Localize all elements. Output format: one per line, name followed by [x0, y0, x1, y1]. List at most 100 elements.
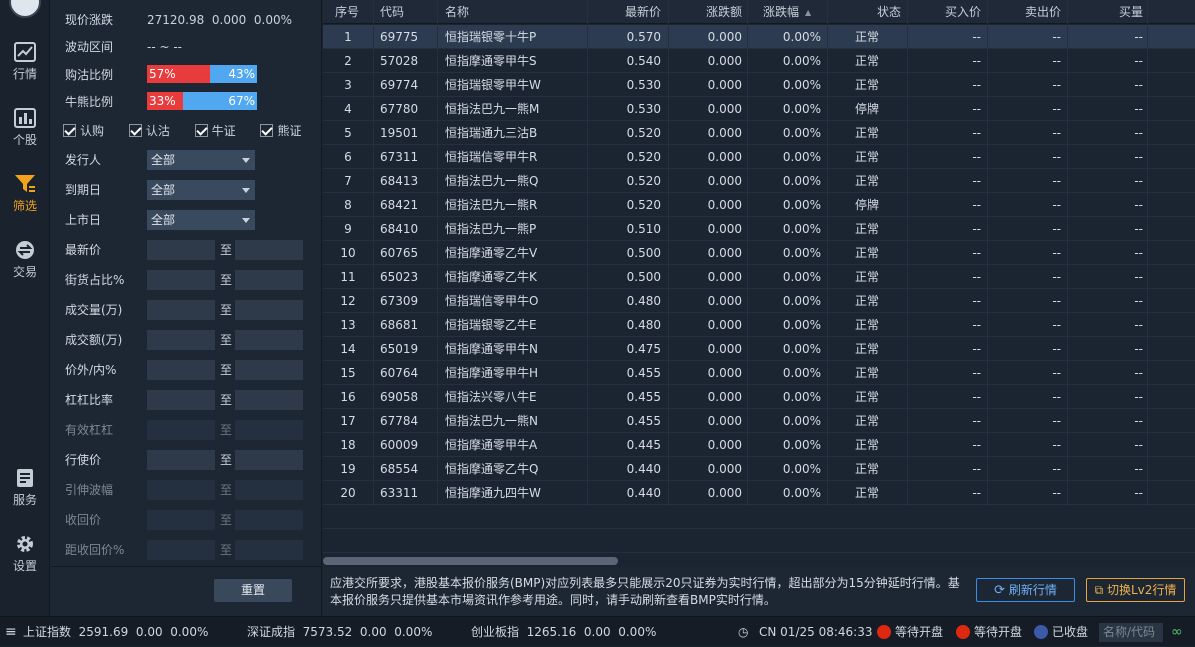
table-row[interactable]: 11 65023 恒指摩通零乙牛K 0.500 0.000 0.00% 正常 -- -- -- — [323, 265, 1195, 289]
checkbox-put-label: 认沽 — [145, 124, 170, 138]
col-header-status[interactable]: 状态 — [877, 0, 901, 24]
table-row[interactable]: 1 69775 恒指瑞银零十牛P 0.570 0.000 0.00% 正常 -- -- -- — [323, 25, 1195, 49]
range-min-input[interactable] — [147, 240, 215, 260]
table-row[interactable]: 10 60765 恒指摩通零乙牛V 0.500 0.000 0.00% 正常 -- -- -- — [323, 241, 1195, 265]
range-min-input[interactable] — [147, 390, 215, 410]
checkbox-bear-box[interactable] — [260, 124, 274, 137]
listing-select[interactable]: 全部 — [147, 210, 255, 230]
col-header-ask[interactable]: 卖出价 — [1023, 0, 1061, 24]
range-min-input[interactable] — [147, 300, 215, 320]
horizontal-scrollbar[interactable] — [323, 557, 618, 565]
cell-bid: -- — [972, 294, 981, 308]
range-max-input[interactable] — [235, 390, 303, 410]
range-min-input[interactable] — [147, 330, 215, 350]
checkbox-bear[interactable]: 熊证 — [260, 121, 322, 141]
table-row[interactable]: 7 68413 恒指法巴九一熊Q 0.520 0.000 0.00% 正常 -- -- -- — [323, 169, 1195, 193]
table-row[interactable]: 14 65019 恒指摩通零甲牛N 0.475 0.000 0.00% 正常 -- -- -- — [323, 337, 1195, 361]
table-row[interactable]: 16 69058 恒指法兴零八牛E 0.455 0.000 0.00% 正常 -- -- -- — [323, 385, 1195, 409]
range-filter-row: 成交量(万) 至 — [65, 300, 315, 320]
col-header-change[interactable]: 涨跌额 — [702, 0, 742, 24]
cell-index: 14 — [340, 342, 356, 356]
table-row[interactable]: 8 68421 恒指法巴九一熊R 0.520 0.000 0.00% 停牌 -- -- -- — [323, 193, 1195, 217]
menu-icon[interactable]: ≡ — [5, 617, 17, 647]
nav-item-trade[interactable]: 交易 — [0, 240, 50, 296]
gear-icon — [17, 536, 33, 552]
cell-ask: -- — [1052, 390, 1061, 404]
search-input[interactable]: 名称/代码 — [1099, 623, 1163, 642]
table-row[interactable]: 12 67309 恒指瑞信零甲牛O 0.480 0.000 0.00% 正常 -- -- -- — [323, 289, 1195, 313]
range-min-input[interactable] — [147, 510, 215, 530]
cell-last-price: 0.520 — [626, 126, 661, 140]
range-max-input[interactable] — [235, 240, 303, 260]
hk-market-status-text: 等待开盘 — [895, 625, 944, 639]
nav-item-service[interactable]: 服务 — [0, 468, 50, 524]
cell-last-price: 0.530 — [626, 78, 661, 92]
range-min-input[interactable] — [147, 420, 215, 440]
nav-item-stock[interactable]: 个股 — [0, 108, 50, 164]
checkbox-put[interactable]: 认沽 — [128, 121, 191, 141]
table-row[interactable]: 19 68554 恒指摩通零乙牛Q 0.440 0.000 0.00% 正常 -- -- -- — [323, 457, 1195, 481]
cell-index: 13 — [340, 318, 356, 332]
reset-button[interactable]: 重置 — [214, 579, 292, 602]
expiry-select[interactable]: 全部 — [147, 180, 255, 200]
table-row[interactable]: 9 68410 恒指法巴九一熊P 0.510 0.000 0.00% 正常 -- -- -- — [323, 217, 1195, 241]
nav-item-screener[interactable]: 筛选 — [0, 174, 50, 230]
us-flag-icon — [1034, 625, 1048, 639]
index-chinext[interactable]: 创业板指 1265.16 0.00 0.00% — [471, 617, 656, 647]
range-min-input[interactable] — [147, 480, 215, 500]
table-row[interactable]: 13 68681 恒指瑞银零乙牛E 0.480 0.000 0.00% 正常 -- -- -- — [323, 313, 1195, 337]
cell-status: 停牌 — [855, 198, 880, 212]
checkbox-bull[interactable]: 牛证 — [194, 121, 257, 141]
cell-index: 2 — [344, 54, 352, 68]
checkbox-put-box[interactable] — [128, 124, 142, 137]
cell-name: 恒指摩通零乙牛Q — [445, 462, 539, 476]
table-row[interactable]: 4 67780 恒指法巴九一熊M 0.530 0.000 0.00% 停牌 -- -- -- — [323, 97, 1195, 121]
range-max-input[interactable] — [235, 300, 303, 320]
switch-lv2-button[interactable]: ⧉ 切换Lv2行情 — [1086, 578, 1185, 602]
col-header-name[interactable]: 名称 — [445, 0, 469, 24]
range-min-input[interactable] — [147, 360, 215, 380]
table-row[interactable]: 2 57028 恒指摩通零甲牛S 0.540 0.000 0.00% 正常 -- -- -- — [323, 49, 1195, 73]
avatar[interactable] — [9, 0, 41, 18]
range-max-input[interactable] — [235, 420, 303, 440]
table-row[interactable]: 5 19501 恒指瑞通九三沽B 0.520 0.000 0.00% 正常 -- -- -- — [323, 121, 1195, 145]
col-header-bid[interactable]: 买入价 — [943, 0, 981, 24]
checkbox-call-box[interactable] — [63, 124, 76, 137]
nav-item-settings[interactable]: 设置 — [0, 534, 50, 590]
range-max-input[interactable] — [235, 270, 303, 290]
table-row[interactable]: 17 67784 恒指法巴九一熊N 0.455 0.000 0.00% 正常 -- -- -- — [323, 409, 1195, 433]
cell-index: 10 — [340, 246, 356, 260]
issuer-select[interactable]: 全部 — [147, 150, 255, 170]
col-header-change-pct[interactable]: 涨跌幅 ▲ — [763, 0, 823, 24]
checkbox-bull-box[interactable] — [194, 124, 208, 137]
table-row[interactable]: 6 67311 恒指瑞信零甲牛R 0.520 0.000 0.00% 正常 -- -- -- — [323, 145, 1195, 169]
range-min-input[interactable] — [147, 270, 215, 290]
range-max-input[interactable] — [235, 540, 303, 560]
cell-change-pct: 0.00% — [782, 318, 821, 332]
checkbox-call[interactable]: 认购 — [63, 121, 125, 141]
range-max-input[interactable] — [235, 450, 303, 470]
table-row[interactable]: 3 69774 恒指瑞银零甲牛W 0.530 0.000 0.00% 正常 -- -- -- — [323, 73, 1195, 97]
nav-item-market[interactable]: 行情 — [0, 42, 50, 98]
empty-row — [323, 505, 1195, 529]
range-max-input[interactable] — [235, 510, 303, 530]
switch-lv2-label: 切换Lv2行情 — [1106, 583, 1177, 597]
chevron-down-icon — [242, 218, 250, 223]
table-row[interactable]: 18 60009 恒指摩通零甲牛A 0.445 0.000 0.00% 正常 -- -- -- — [323, 433, 1195, 457]
range-min-input[interactable] — [147, 450, 215, 470]
col-header-last-price[interactable]: 最新价 — [623, 0, 661, 24]
range-max-input[interactable] — [235, 360, 303, 380]
table-row[interactable]: 20 63311 恒指摩通九四牛W 0.440 0.000 0.00% 正常 -- -- -- — [323, 481, 1195, 505]
table-row[interactable]: 15 60764 恒指摩通零甲牛H 0.455 0.000 0.00% 正常 -- -- -- — [323, 361, 1195, 385]
refresh-quotes-button[interactable]: ⟳ 刷新行情 — [976, 578, 1075, 602]
range-filter-label: 有效杠杠 — [65, 423, 114, 437]
range-max-input[interactable] — [235, 480, 303, 500]
range-min-input[interactable] — [147, 540, 215, 560]
col-header-index[interactable]: 序号 — [335, 0, 359, 24]
col-header-bid-vol[interactable]: 买量 — [1113, 0, 1143, 24]
index-shanghai[interactable]: 上证指数 2591.69 0.00 0.00% — [23, 617, 208, 647]
current-change-row: 现价涨跌 27120.98 0.000 0.00% — [65, 10, 292, 30]
col-header-code[interactable]: 代码 — [380, 0, 404, 24]
index-shenzhen[interactable]: 深证成指 7573.52 0.00 0.00% — [247, 617, 432, 647]
range-max-input[interactable] — [235, 330, 303, 350]
